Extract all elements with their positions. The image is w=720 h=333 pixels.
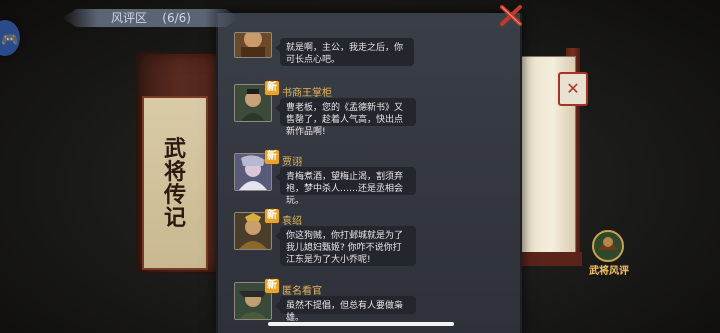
commenter-name: 匿名看官 <box>282 286 322 297</box>
comment-bubble: 你这狗贼，你打邺城就是为了我儿媳妇甄姬? 你咋不说你打江东是为了大小乔呢! <box>275 226 416 266</box>
commenter-name: 书商王掌柜 <box>282 88 332 99</box>
commenter-name: 袁绍 <box>282 216 302 227</box>
comment-bubble: 就是啊，主公，我走之后，你可长点心吧。 <box>275 38 414 66</box>
panel-title-banner: 风评区 (6/6) <box>62 9 240 27</box>
new-badge: 新 <box>265 279 279 293</box>
close-button[interactable] <box>498 4 524 28</box>
new-badge: 新 <box>265 81 279 95</box>
page-indicator: (6/6) <box>162 11 191 25</box>
comment-bubble: 虽然不提倡，但总有人要做枭雄。 <box>275 296 416 323</box>
gamepad-icon: 🎮 <box>1 32 19 48</box>
book-bottom-edge <box>520 252 582 266</box>
book-title: 武 将 传 记 <box>163 136 186 231</box>
comment-bubble: 青梅煮酒，望梅止渴，割须弃袍，梦中杀人……还是丞相会玩。 <box>275 167 416 206</box>
close-icon <box>500 5 522 26</box>
new-badge: 新 <box>265 150 279 164</box>
home-indicator[interactable] <box>268 322 454 326</box>
book-seal-button[interactable]: ✕ <box>558 72 588 106</box>
logo-label: 武将风评 <box>589 266 629 277</box>
panel-title: 风评区 <box>111 11 148 25</box>
avatar[interactable] <box>234 32 272 58</box>
comment-bubble: 曹老板，您的《孟德新书》又售罄了，趁着人气高，快出点新作品啊! <box>275 98 416 137</box>
new-badge: 新 <box>265 209 279 223</box>
commenter-name: 贾诩 <box>282 157 302 168</box>
